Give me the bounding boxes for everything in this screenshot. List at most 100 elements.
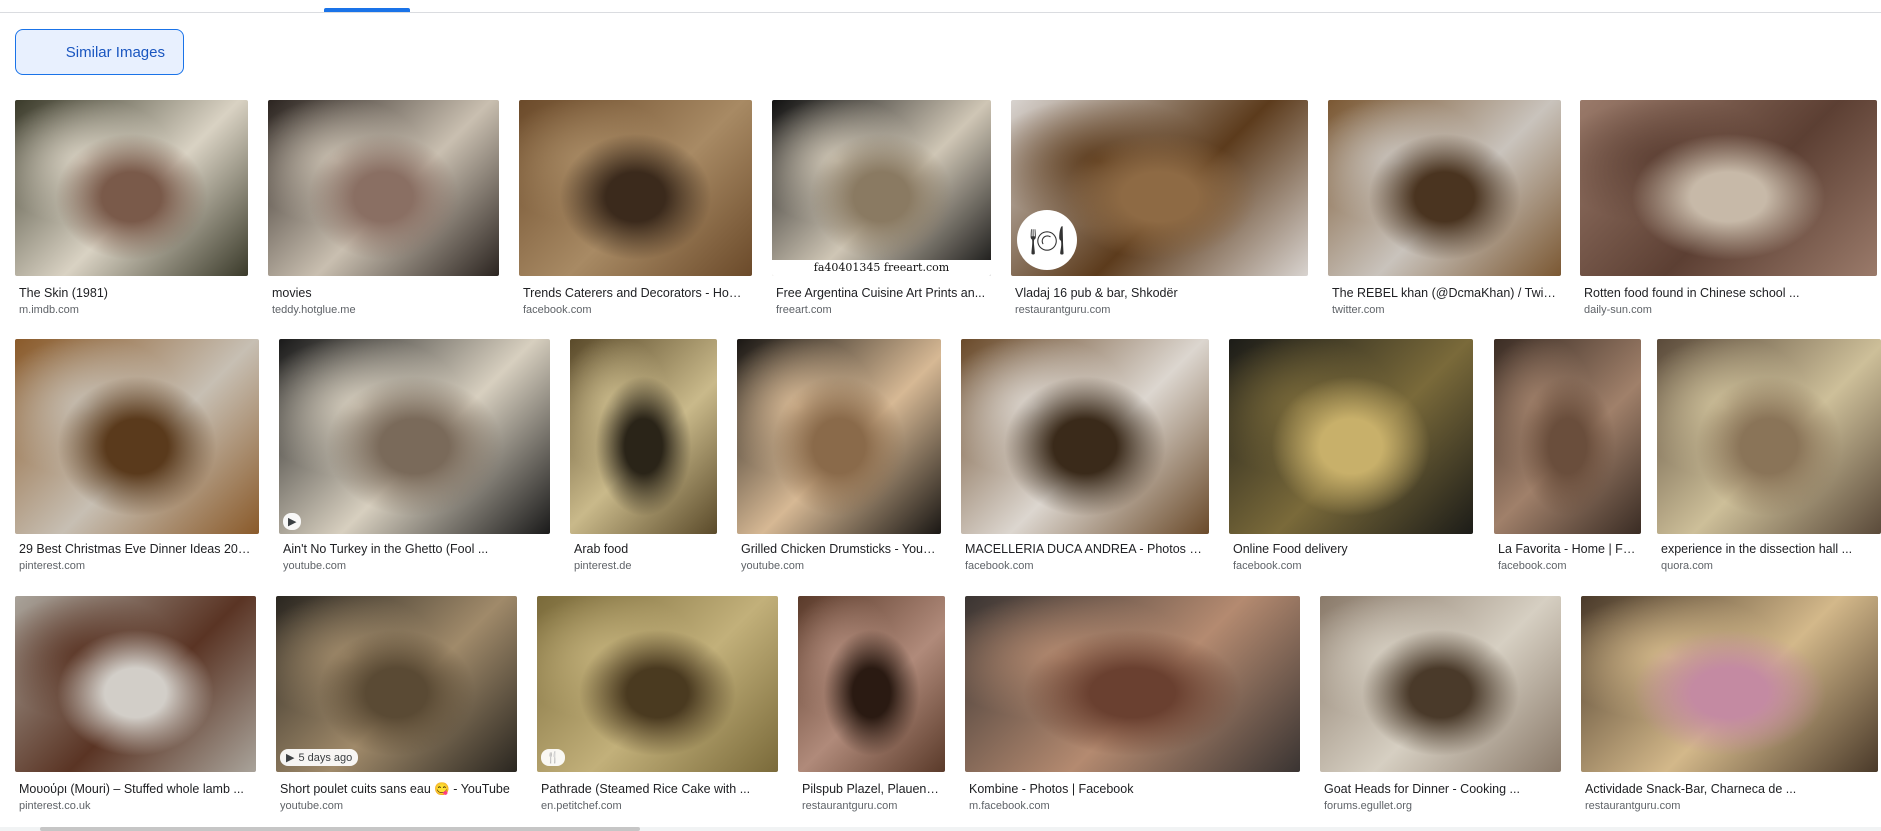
scrollbar-thumb[interactable] <box>40 827 640 831</box>
recipe-utensils-icon: 🍴 <box>541 749 565 766</box>
similar-images-label: Similar Images <box>65 43 165 61</box>
result-title[interactable]: La Favorita - Home | Fa... <box>1498 542 1637 556</box>
result-source[interactable]: youtube.com <box>283 560 346 572</box>
result-tile[interactable]: Actividade Snack-Bar, Charneca de ... res… <box>1581 596 1878 816</box>
result-title[interactable]: Arab food <box>574 542 713 556</box>
result-thumbnail[interactable] <box>15 100 248 276</box>
result-source[interactable]: en.petitchef.com <box>541 800 622 812</box>
result-thumbnail[interactable] <box>570 339 717 534</box>
result-tile[interactable]: Pilspub Plazel, Plauen - ... restaurantgu… <box>798 596 945 816</box>
result-source[interactable]: facebook.com <box>1233 560 1301 572</box>
result-thumbnail[interactable] <box>15 339 259 534</box>
result-thumbnail[interactable] <box>1328 100 1561 276</box>
similar-images-button[interactable]: Similar Images <box>15 29 184 75</box>
thumbnail-watermark: fa40401345 freeart.com <box>772 260 991 276</box>
result-thumbnail[interactable] <box>965 596 1300 772</box>
video-duration-badge: ▶ 5 days ago <box>280 749 359 766</box>
result-source[interactable]: quora.com <box>1661 560 1713 572</box>
result-thumbnail[interactable] <box>268 100 499 276</box>
result-source[interactable]: youtube.com <box>741 560 804 572</box>
result-tile[interactable]: 🍽 Vladaj 16 pub & bar, Shkodër restaurantg… <box>1011 100 1308 320</box>
result-tile[interactable]: MACELLERIA DUCA ANDREA - Photos | Fa... f… <box>961 339 1209 576</box>
result-source[interactable]: pinterest.co.uk <box>19 800 91 812</box>
result-tile[interactable]: Goat Heads for Dinner - Cooking ... forum… <box>1320 596 1561 816</box>
result-title[interactable]: Grilled Chicken Drumsticks - YouT... <box>741 542 937 556</box>
result-title[interactable]: Short poulet cuits sans eau 😋 - YouTube <box>280 782 513 797</box>
result-thumbnail[interactable] <box>1320 596 1561 772</box>
result-thumbnail[interactable]: ▶ 5 days ago <box>276 596 517 772</box>
top-tab-bar <box>0 0 1881 13</box>
result-title[interactable]: Pilspub Plazel, Plauen - ... <box>802 782 941 796</box>
result-tile[interactable]: Rotten food found in Chinese school ... d… <box>1580 100 1877 320</box>
result-source[interactable]: m.facebook.com <box>969 800 1050 812</box>
horizontal-scrollbar[interactable] <box>0 827 1881 831</box>
result-tile[interactable]: 🍴 Pathrade (Steamed Rice Cake with ... en.… <box>537 596 778 816</box>
result-source[interactable]: forums.egullet.org <box>1324 800 1412 812</box>
result-title[interactable]: Ain't No Turkey in the Ghetto (Fool ... <box>283 542 546 556</box>
result-thumbnail[interactable] <box>1229 339 1473 534</box>
result-tile[interactable]: Trends Caterers and Decorators - Hom... f… <box>519 100 752 320</box>
result-source[interactable]: restaurantguru.com <box>1015 304 1110 316</box>
result-title[interactable]: Actividade Snack-Bar, Charneca de ... <box>1585 782 1874 796</box>
result-thumbnail[interactable]: 🍴 <box>537 596 778 772</box>
result-tile[interactable]: Grilled Chicken Drumsticks - YouT... yout… <box>737 339 941 576</box>
result-thumbnail[interactable] <box>15 596 256 772</box>
result-source[interactable]: restaurantguru.com <box>1585 800 1680 812</box>
result-title[interactable]: Pathrade (Steamed Rice Cake with ... <box>541 782 774 796</box>
result-source[interactable]: pinterest.de <box>574 560 631 572</box>
result-tile[interactable]: movies teddy.hotglue.me <box>268 100 499 320</box>
result-source[interactable]: pinterest.com <box>19 560 85 572</box>
result-title[interactable]: The Skin (1981) <box>19 286 244 300</box>
result-thumbnail[interactable] <box>1657 339 1881 534</box>
result-title[interactable]: MACELLERIA DUCA ANDREA - Photos | Fa... <box>965 542 1205 556</box>
result-title[interactable]: Free Argentina Cuisine Art Prints an... <box>776 286 987 300</box>
result-tile[interactable]: experience in the dissection hall ... quo… <box>1657 339 1881 576</box>
result-title[interactable]: movies <box>272 286 495 300</box>
result-thumbnail[interactable]: 🍽 <box>1011 100 1308 276</box>
video-play-icon: ▶ <box>283 513 302 530</box>
result-tile[interactable]: La Favorita - Home | Fa... facebook.com <box>1494 339 1641 576</box>
result-source[interactable]: freeart.com <box>776 304 832 316</box>
result-tile[interactable]: ▶ 5 days ago Short poulet cuits sans eau 😋… <box>276 596 517 816</box>
result-tile[interactable]: 29 Best Christmas Eve Dinner Ideas 2013.… <box>15 339 259 576</box>
result-source[interactable]: twitter.com <box>1332 304 1385 316</box>
result-title[interactable]: Goat Heads for Dinner - Cooking ... <box>1324 782 1557 796</box>
result-tile[interactable]: Arab food pinterest.de <box>570 339 717 576</box>
result-title[interactable]: Trends Caterers and Decorators - Hom... <box>523 286 748 300</box>
result-tile[interactable]: Kombine - Photos | Facebook m.facebook.co… <box>965 596 1300 816</box>
result-thumbnail[interactable]: fa40401345 freeart.com <box>772 100 991 276</box>
result-title[interactable]: Μουούρι (Mouri) – Stuffed whole lamb ... <box>19 782 252 796</box>
result-title[interactable]: Vladaj 16 pub & bar, Shkodër <box>1015 286 1304 300</box>
restaurant-logo-icon: 🍽 <box>1017 210 1077 270</box>
result-source[interactable]: facebook.com <box>1498 560 1566 572</box>
result-thumbnail[interactable]: ▶ <box>279 339 550 534</box>
result-source[interactable]: facebook.com <box>965 560 1033 572</box>
result-tile[interactable]: fa40401345 freeart.com Free Argentina Cui… <box>772 100 991 320</box>
result-thumbnail[interactable] <box>737 339 941 534</box>
play-icon: ▶ <box>286 752 295 764</box>
result-source[interactable]: m.imdb.com <box>19 304 79 316</box>
result-source[interactable]: teddy.hotglue.me <box>272 304 356 316</box>
result-thumbnail[interactable] <box>961 339 1209 534</box>
result-thumbnail[interactable] <box>1494 339 1641 534</box>
result-title[interactable]: 29 Best Christmas Eve Dinner Ideas 2013.… <box>19 542 255 556</box>
result-title[interactable]: Online Food delivery <box>1233 542 1469 556</box>
result-tile[interactable]: Online Food delivery facebook.com <box>1229 339 1473 576</box>
result-source[interactable]: facebook.com <box>523 304 591 316</box>
result-title[interactable]: Rotten food found in Chinese school ... <box>1584 286 1873 300</box>
result-thumbnail[interactable] <box>798 596 945 772</box>
badge-text: 5 days ago <box>298 751 353 764</box>
result-title[interactable]: experience in the dissection hall ... <box>1661 542 1877 556</box>
result-title[interactable]: Kombine - Photos | Facebook <box>969 782 1296 796</box>
result-thumbnail[interactable] <box>1580 100 1877 276</box>
result-title[interactable]: The REBEL khan (@DcmaKhan) / Twitter <box>1332 286 1557 300</box>
result-tile[interactable]: The Skin (1981) m.imdb.com <box>15 100 248 320</box>
result-source[interactable]: daily-sun.com <box>1584 304 1652 316</box>
result-thumbnail[interactable] <box>519 100 752 276</box>
result-source[interactable]: youtube.com <box>280 800 343 812</box>
result-thumbnail[interactable] <box>1581 596 1878 772</box>
result-tile[interactable]: ▶ Ain't No Turkey in the Ghetto (Fool ...… <box>279 339 550 576</box>
result-tile[interactable]: Μουούρι (Mouri) – Stuffed whole lamb ...… <box>15 596 256 816</box>
result-tile[interactable]: The REBEL khan (@DcmaKhan) / Twitter twit… <box>1328 100 1561 320</box>
result-source[interactable]: restaurantguru.com <box>802 800 897 812</box>
